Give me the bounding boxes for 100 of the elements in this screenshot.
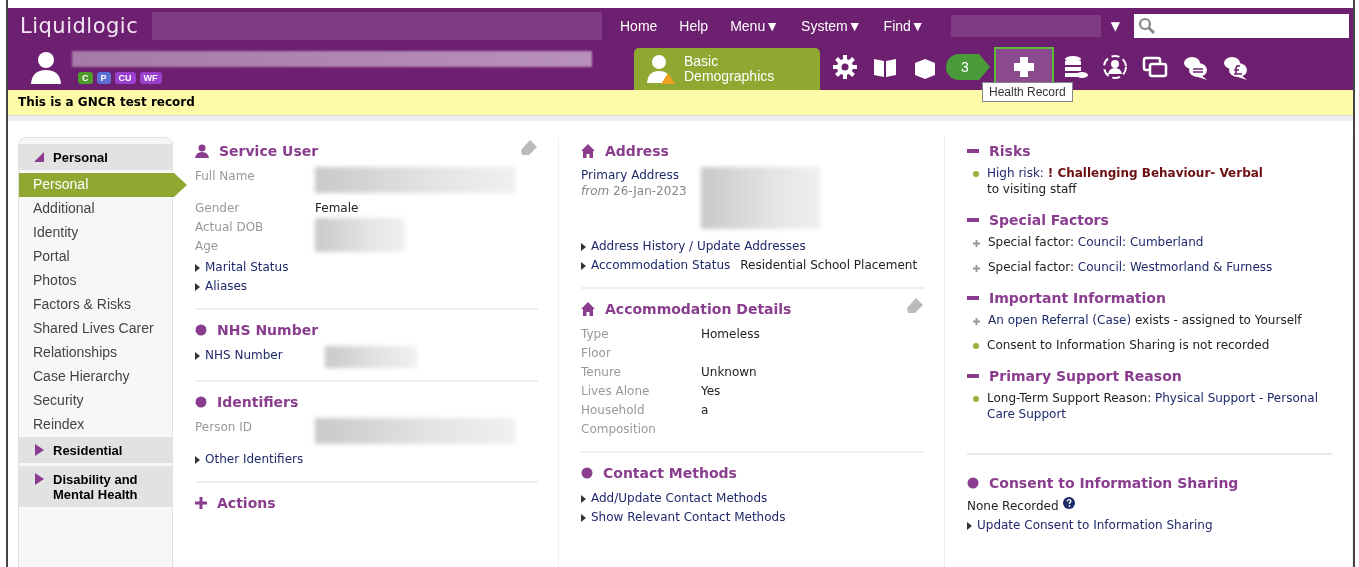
- field-label: Full Name: [195, 168, 256, 185]
- triangle-icon: [581, 494, 586, 503]
- collapsed-triangle-icon: [33, 444, 45, 456]
- field-value: a: [701, 402, 709, 419]
- help-icon[interactable]: [1062, 497, 1075, 509]
- triangle-icon: [581, 242, 586, 251]
- nav-link[interactable]: Home: [620, 18, 658, 34]
- info-item: Long-Term Support Reason: Physical Support - Personal Care Support: [987, 390, 1320, 422]
- field-value: Unknown: [701, 364, 757, 381]
- sidebar-item[interactable]: Reindex: [19, 413, 169, 437]
- field-label: Actual DOB: [195, 219, 265, 236]
- flag-badge[interactable]: P: [96, 72, 111, 84]
- expand-link[interactable]: Address History / Update Addresses: [581, 237, 806, 256]
- info-item: Special factor: Council: Cumberland: [988, 234, 1204, 250]
- section-title: Risks: [989, 143, 1031, 159]
- section-title: NHS Number: [217, 322, 319, 338]
- section-title: Consent to Information Sharing: [989, 475, 1239, 491]
- plus-icon: [195, 497, 207, 509]
- field-value: Residential School Placement: [740, 257, 918, 274]
- flag-badge[interactable]: CU: [114, 72, 136, 84]
- field-label: Lives Alone: [581, 383, 651, 400]
- search-field[interactable]: [1133, 14, 1349, 38]
- field-value: Homeless: [701, 326, 760, 343]
- person-warning-icon: [646, 53, 676, 85]
- section-title: Identifiers: [217, 394, 299, 410]
- date-note: from 26-Jan-2023: [581, 183, 688, 199]
- status-text: None Recorded: [967, 498, 1059, 515]
- expand-link[interactable]: NHS Number: [195, 346, 315, 365]
- section-title: Special Factors: [989, 212, 1109, 228]
- bullet-icon: [195, 396, 207, 408]
- bullet-icon: [973, 171, 979, 177]
- sidebar-item[interactable]: Additional: [19, 197, 169, 221]
- nav-link[interactable]: Find▼: [883, 18, 925, 34]
- section-title: Accommodation Details: [605, 301, 792, 317]
- field-label: Age: [195, 238, 220, 255]
- sidebar-item[interactable]: Relationships: [19, 341, 169, 365]
- expand-link[interactable]: Update Consent to Information Sharing: [967, 516, 1213, 535]
- expand-link[interactable]: Marital Status: [195, 258, 315, 277]
- group-label: Disability and Mental Health: [53, 472, 139, 502]
- bullet-icon: [581, 467, 593, 479]
- plus-icon: [973, 265, 980, 272]
- sidebar-group-header[interactable]: Personal: [19, 144, 172, 170]
- nav-link[interactable]: Menu▼: [730, 18, 780, 34]
- expanded-triangle-icon: [33, 151, 45, 163]
- logo: Liquidlogic: [19, 14, 140, 38]
- section-title: Actions: [217, 495, 276, 511]
- plus-icon: [973, 318, 980, 325]
- field-value: Female: [315, 200, 359, 217]
- field-label: Household Composition: [581, 402, 657, 438]
- step-badge: 3: [946, 54, 990, 80]
- person-silhouette-icon: [30, 50, 62, 84]
- info-item: Consent to Information Sharing is not recorded: [987, 337, 1270, 353]
- bullet-icon: [973, 343, 979, 349]
- search-icon: [1137, 17, 1156, 35]
- sidebar-item[interactable]: Factors & Risks: [19, 293, 169, 317]
- triangle-icon: [581, 513, 586, 522]
- sidebar-item[interactable]: Case Hierarchy: [19, 365, 169, 389]
- expand-link[interactable]: Other Identifiers: [195, 450, 315, 469]
- flag-badge[interactable]: C: [78, 72, 93, 84]
- field-value: Yes: [701, 383, 721, 400]
- section-title: Contact Methods: [603, 465, 737, 481]
- expand-link[interactable]: Show Relevant Contact Methods: [581, 508, 786, 527]
- plus-icon: [973, 240, 980, 247]
- sidebar-item[interactable]: Shared Lives Carer: [19, 317, 169, 341]
- sidebar-group-header[interactable]: Residential: [19, 437, 172, 463]
- info-item: An open Referral (Case) exists - assigned to Yourself: [988, 312, 1302, 328]
- triangle-icon: [195, 455, 200, 464]
- flag-badge[interactable]: WF: [139, 72, 162, 84]
- field-label: Person ID: [195, 419, 253, 436]
- home-icon: [581, 144, 595, 158]
- collapsed-triangle-icon: [33, 473, 45, 485]
- bullet-icon: [973, 396, 979, 402]
- info-item: High risk: ! Challenging Behaviour- Verbal to visiting staff: [987, 165, 1263, 197]
- nav-link[interactable]: Help: [679, 18, 709, 34]
- expand-link[interactable]: Accommodation Status: [581, 256, 731, 275]
- group-label: Personal: [53, 150, 109, 165]
- expand-link[interactable]: Aliases: [195, 277, 315, 296]
- field-label: Tenure: [581, 364, 622, 381]
- sidebar-group-header[interactable]: Disability and Mental Health: [19, 466, 172, 507]
- sidebar-item[interactable]: Photos: [19, 269, 169, 293]
- group-label: Residential: [53, 443, 124, 458]
- expand-link[interactable]: Add/Update Contact Methods: [581, 489, 768, 508]
- sidebar-item[interactable]: Security: [19, 389, 169, 413]
- field-label: Gender: [195, 200, 241, 217]
- bullet-icon: [967, 477, 979, 489]
- triangle-icon: [581, 261, 586, 270]
- nav-link[interactable]: System▼: [801, 18, 862, 34]
- triangle-icon: [195, 351, 200, 360]
- address-link[interactable]: Primary Address: [581, 167, 701, 183]
- sidebar-item[interactable]: Identity: [19, 221, 169, 245]
- triangle-icon: [195, 263, 200, 272]
- home-icon: [581, 302, 595, 316]
- section-title: Important Information: [989, 290, 1166, 306]
- sidebar-item[interactable]: Portal: [19, 245, 169, 269]
- section-title: Primary Support Reason: [989, 368, 1182, 384]
- triangle-icon: [967, 521, 972, 530]
- tooltip: Health Record: [982, 82, 1073, 102]
- person-icon: [195, 144, 209, 158]
- section-title: Address: [605, 143, 669, 159]
- field-label: Floor: [581, 345, 612, 362]
